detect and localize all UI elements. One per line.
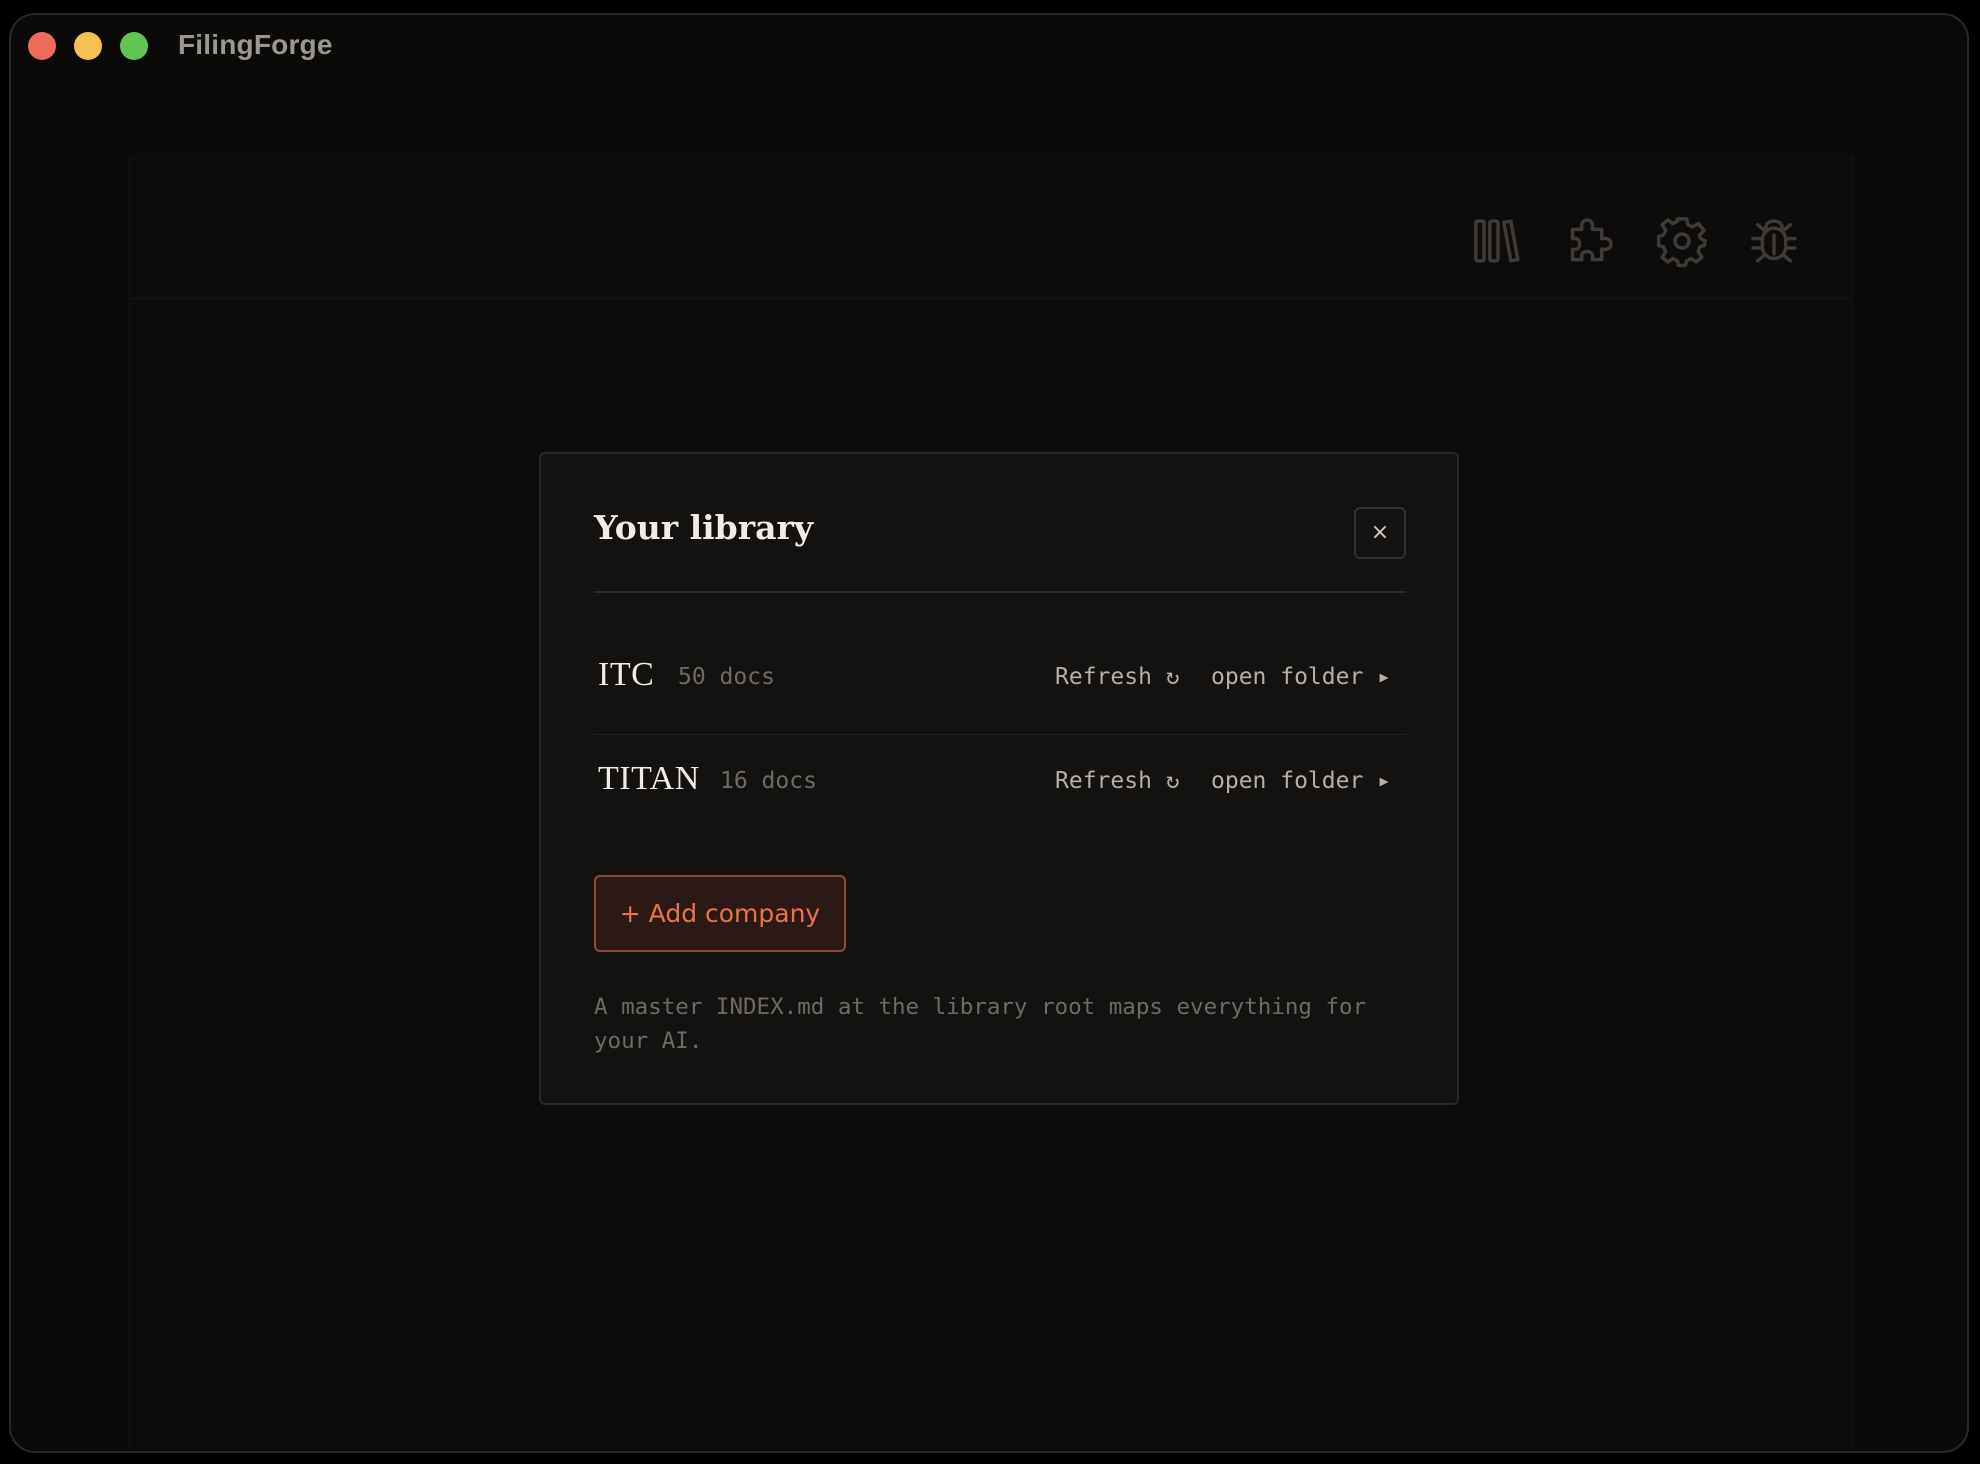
minimize-window-button[interactable] xyxy=(74,32,102,60)
library-icon[interactable] xyxy=(1470,213,1526,269)
doc-count: 16 docs xyxy=(720,768,817,794)
close-modal-button[interactable]: × xyxy=(1354,507,1406,559)
refresh-button[interactable]: Refresh ↻ xyxy=(1055,664,1180,690)
close-window-button[interactable] xyxy=(28,32,56,60)
title-divider xyxy=(594,591,1406,593)
add-company-button[interactable]: + Add company xyxy=(594,875,846,952)
app-title: FilingForge xyxy=(178,29,333,60)
title-bar: FilingForge xyxy=(11,15,1967,79)
open-folder-link[interactable]: open folder ▸ xyxy=(1211,664,1391,690)
open-folder-link[interactable]: open folder ▸ xyxy=(1211,768,1391,794)
app-window: FilingForge Your library × ITC 50 docs R… xyxy=(9,13,1969,1453)
refresh-button[interactable]: Refresh ↻ xyxy=(1055,768,1180,794)
doc-count: 50 docs xyxy=(678,664,775,690)
company-name: TITAN xyxy=(598,760,700,797)
zoom-window-button[interactable] xyxy=(120,32,148,60)
library-footnote: A master INDEX.md at the library root ma… xyxy=(594,994,1367,1054)
main-header xyxy=(130,155,1852,299)
library-modal: Your library × ITC 50 docs Refresh ↻ ope… xyxy=(539,452,1459,1105)
gear-icon[interactable] xyxy=(1654,213,1710,269)
company-row-titan: TITAN 16 docs Refresh ↻ open folder ▸ xyxy=(594,728,1406,832)
bug-icon[interactable] xyxy=(1746,213,1802,269)
company-name: ITC xyxy=(598,656,655,693)
modal-title: Your library xyxy=(594,508,814,547)
puzzle-icon[interactable] xyxy=(1562,213,1618,269)
company-row-itc: ITC 50 docs Refresh ↻ open folder ▸ xyxy=(594,624,1406,728)
